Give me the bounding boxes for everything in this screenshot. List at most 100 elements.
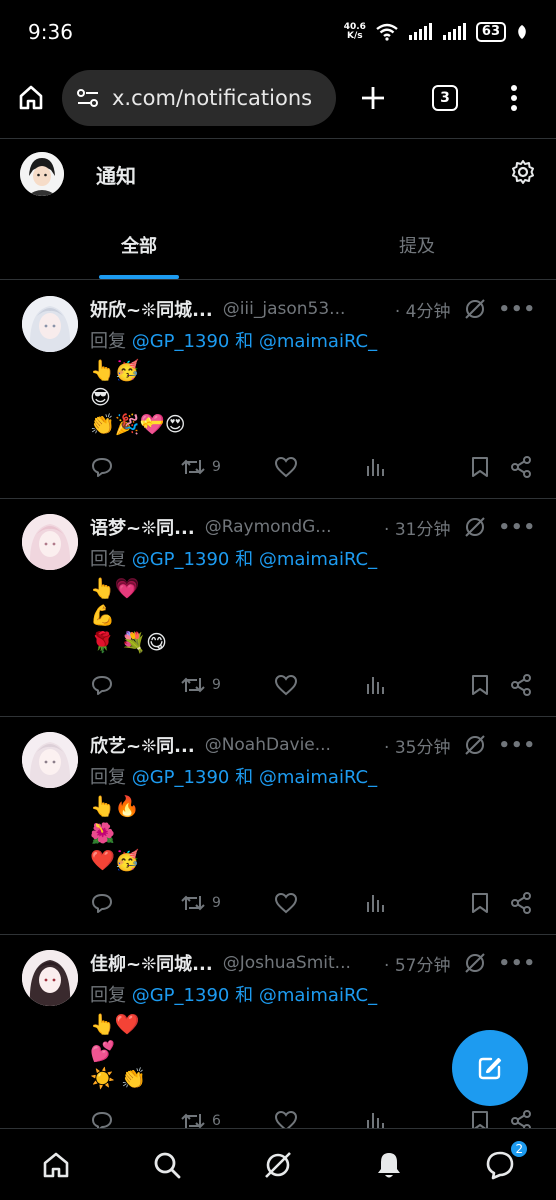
- browser-home-button[interactable]: [16, 83, 46, 113]
- reply-icon: [92, 676, 112, 695]
- retweet-button[interactable]: 9: [180, 893, 274, 913]
- share-icon: [511, 674, 531, 696]
- new-tab-button[interactable]: [360, 85, 386, 111]
- and-text: 和: [229, 549, 259, 570]
- mention-link[interactable]: @GP_1390: [132, 767, 230, 788]
- avatar[interactable]: [20, 152, 64, 196]
- like-button[interactable]: [274, 674, 364, 696]
- tab-mentions[interactable]: 提及: [278, 210, 556, 279]
- notification-tabs: 全部 提及: [0, 210, 556, 280]
- reply-button[interactable]: [90, 892, 180, 914]
- divider: [0, 138, 556, 139]
- avatar[interactable]: [22, 732, 78, 788]
- tweet-actions: 9: [90, 889, 532, 917]
- bookmark-button[interactable]: [470, 892, 490, 914]
- retweet-count: 9: [212, 459, 221, 475]
- tweet-line: 👆🥳: [90, 358, 140, 382]
- mention-link[interactable]: @maimaiRC_: [259, 549, 377, 570]
- mention-link[interactable]: @maimaiRC_: [259, 985, 377, 1006]
- messages-badge: 2: [509, 1138, 530, 1159]
- tweet[interactable]: 妍欣~❊同城... @iii_jason53... · 4分钟 ••• 回复 @…: [0, 281, 556, 499]
- reply-context: 回复 @GP_1390 和 @maimaiRC_: [90, 763, 377, 789]
- retweet-button[interactable]: 9: [180, 675, 274, 695]
- browser-menu-button[interactable]: [510, 85, 518, 111]
- timestamp[interactable]: · 31分钟: [384, 515, 450, 540]
- grok-icon: [265, 1151, 291, 1178]
- share-button[interactable]: [510, 892, 532, 914]
- bookmark-button[interactable]: [470, 674, 490, 696]
- tweet[interactable]: 语梦~❊同... @RaymondG... · 31分钟 ••• 回复 @GP_…: [0, 499, 556, 717]
- avatar[interactable]: [22, 296, 78, 352]
- mention-link[interactable]: @GP_1390: [132, 985, 230, 1006]
- and-text: 和: [229, 331, 259, 352]
- nav-home[interactable]: [0, 1149, 111, 1181]
- nav-search[interactable]: [111, 1149, 222, 1181]
- views-button[interactable]: [364, 456, 454, 478]
- grok-button[interactable]: [464, 952, 486, 974]
- user-handle[interactable]: @iii_jason53...: [223, 299, 389, 319]
- avatar[interactable]: [22, 514, 78, 570]
- bookmark-icon: [472, 675, 488, 695]
- reply-button[interactable]: [90, 456, 180, 478]
- like-button[interactable]: [274, 892, 364, 914]
- display-name[interactable]: 语梦~❊同...: [90, 514, 195, 540]
- views-button[interactable]: [364, 674, 454, 696]
- share-button[interactable]: [510, 674, 532, 696]
- nav-messages[interactable]: 2: [445, 1138, 556, 1181]
- leaf-icon: [518, 25, 526, 39]
- avatar-image: [22, 296, 78, 352]
- retweet-count: 9: [212, 677, 221, 693]
- tweet-line: 😎: [90, 385, 111, 409]
- grok-button[interactable]: [464, 734, 486, 756]
- bookmark-button[interactable]: [470, 456, 490, 478]
- more-options-button[interactable]: •••: [498, 517, 536, 538]
- display-name[interactable]: 佳柳~❊同城...: [90, 950, 213, 976]
- mention-link[interactable]: @maimaiRC_: [259, 331, 377, 352]
- heart-icon: [274, 892, 298, 914]
- more-options-button[interactable]: •••: [498, 953, 536, 974]
- avatar-image: [22, 950, 78, 1006]
- user-handle[interactable]: @RaymondG...: [205, 517, 378, 537]
- display-name[interactable]: 欣艺~❊同...: [90, 732, 195, 758]
- site-settings-icon[interactable]: [76, 87, 100, 109]
- reply-button[interactable]: [90, 674, 180, 696]
- user-handle[interactable]: @NoahDavie...: [205, 735, 378, 755]
- tweet-header: 妍欣~❊同城... @iii_jason53... · 4分钟 •••: [90, 295, 536, 323]
- tweet-line: 👏🎉💝😍: [90, 412, 186, 436]
- tab-switcher-button[interactable]: 3: [432, 85, 458, 111]
- tweet-line: ❤️🥳: [90, 848, 140, 872]
- reply-prefix: 回复: [90, 331, 132, 352]
- settings-button[interactable]: [510, 159, 536, 189]
- net-speed: 40.6 K/s: [344, 23, 366, 41]
- like-button[interactable]: [274, 456, 364, 478]
- address-bar[interactable]: x.com/notifications: [62, 70, 336, 126]
- share-icon: [511, 892, 531, 914]
- views-icon: [367, 895, 384, 912]
- tweet[interactable]: 欣艺~❊同... @NoahDavie... · 35分钟 ••• 回复 @GP…: [0, 717, 556, 935]
- nav-notifications[interactable]: [334, 1149, 445, 1181]
- tweet-line: 👆🔥: [90, 794, 140, 818]
- timestamp[interactable]: · 35分钟: [384, 733, 450, 758]
- avatar[interactable]: [22, 950, 78, 1006]
- grok-icon: [465, 517, 486, 537]
- display-name[interactable]: 妍欣~❊同城...: [90, 296, 213, 322]
- views-button[interactable]: [364, 892, 454, 914]
- mention-link[interactable]: @GP_1390: [132, 549, 230, 570]
- retweet-icon: [181, 459, 205, 475]
- compose-button[interactable]: [452, 1030, 528, 1106]
- grok-button[interactable]: [464, 298, 486, 320]
- retweet-button[interactable]: 9: [180, 457, 274, 477]
- more-options-button[interactable]: •••: [498, 299, 536, 320]
- more-options-button[interactable]: •••: [498, 735, 536, 756]
- grok-button[interactable]: [464, 516, 486, 538]
- tweet-header: 欣艺~❊同... @NoahDavie... · 35分钟 •••: [90, 731, 536, 759]
- share-button[interactable]: [510, 456, 532, 478]
- mention-link[interactable]: @maimaiRC_: [259, 767, 377, 788]
- url-text[interactable]: x.com/notifications: [112, 86, 312, 110]
- timestamp[interactable]: · 4分钟: [395, 297, 451, 322]
- mention-link[interactable]: @GP_1390: [132, 331, 230, 352]
- nav-grok[interactable]: [222, 1149, 333, 1181]
- timestamp[interactable]: · 57分钟: [384, 951, 450, 976]
- user-handle[interactable]: @JoshuaSmit...: [223, 953, 378, 973]
- tab-all[interactable]: 全部: [0, 210, 278, 279]
